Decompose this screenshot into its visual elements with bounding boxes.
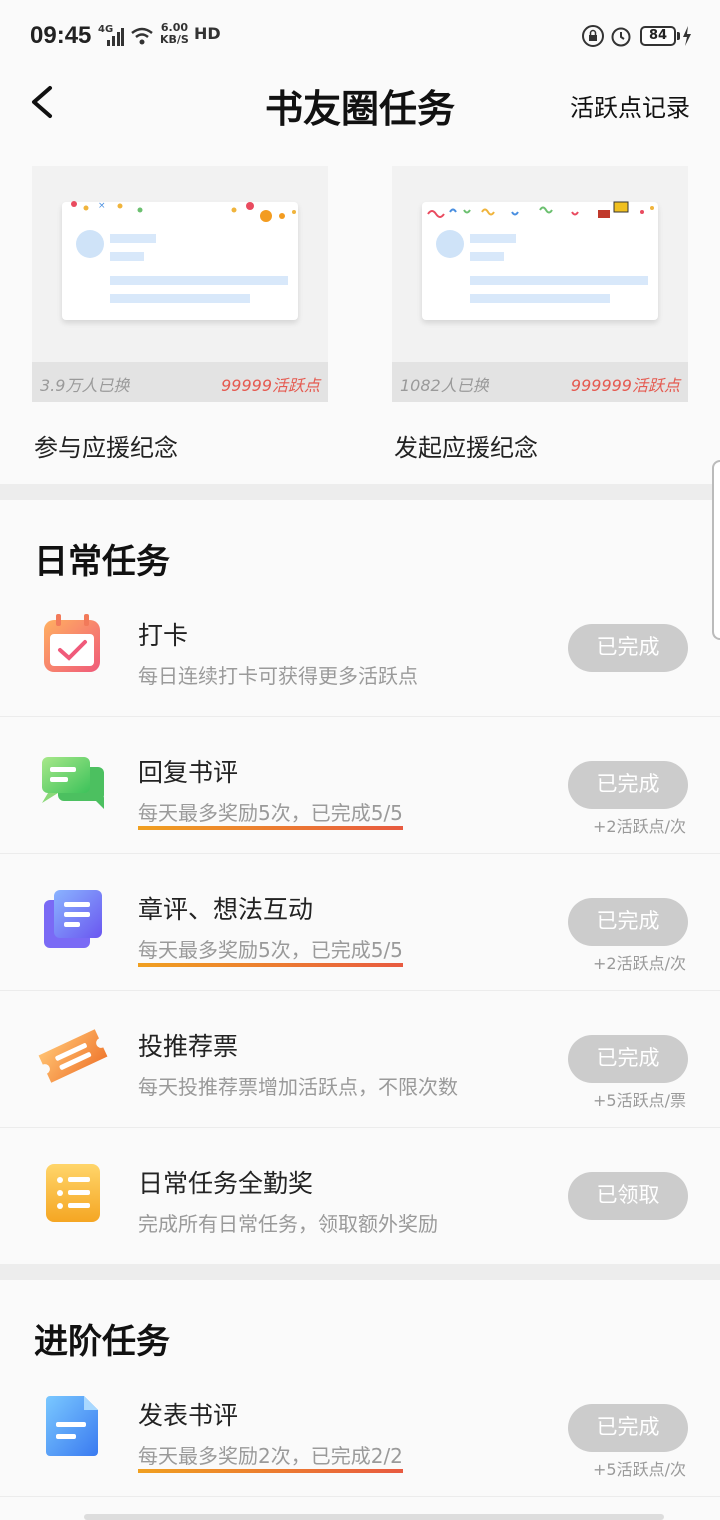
side-scroll-handle[interactable] (712, 460, 720, 640)
confetti-decoration: × (71, 201, 296, 222)
task-done-button[interactable]: 已完成 (568, 761, 688, 809)
task-done-button[interactable]: 已完成 (568, 898, 688, 946)
card-label-initiate[interactable]: 发起应援纪念 (394, 428, 538, 463)
wifi-icon (131, 27, 153, 45)
exchange-count: 1082人已换 (400, 376, 489, 395)
card-footer: 1082人已换 999999活跃点 (392, 362, 688, 402)
hd-indicator: HD (194, 24, 221, 43)
avatar (76, 230, 104, 258)
network-speed: 6.00 KB/S (160, 21, 189, 46)
card-footer: 3.9万人已换 99999活跃点 (32, 362, 328, 402)
points-cost: 999999活跃点 (570, 376, 680, 395)
header: 书友圈任务 活跃点记录 (0, 72, 720, 142)
task-desc: 每日连续打卡可获得更多活跃点 (138, 664, 418, 688)
battery-tip (677, 32, 680, 40)
task-name: 投推荐票 (138, 1032, 239, 1061)
advanced-tasks-title: 进阶任务 (34, 1322, 170, 1362)
list-icon (46, 1164, 100, 1222)
points-cost: 99999活跃点 (221, 376, 320, 395)
ticket-icon (38, 1029, 108, 1083)
task-post-review: 发表书评 每天最多奖励2次，已完成2/2 已完成 +5活跃点/次 (0, 1360, 720, 1497)
alarm-icon (611, 27, 631, 47)
advanced-tasks-section: 进阶任务 发表书评 每天最多奖励2次，已完成2/2 已完成 +5活跃点/次 (0, 1280, 720, 1520)
charging-icon (683, 26, 691, 46)
svg-text:×: × (98, 201, 106, 211)
task-checkin: 打卡 每日连续打卡可获得更多活跃点 已完成 (0, 580, 720, 717)
avatar (436, 230, 464, 258)
activity-record-link[interactable]: 活跃点记录 (570, 88, 690, 123)
task-daily-attendance: 日常任务全勤奖 完成所有日常任务，领取额外奖励 已领取 (0, 1128, 720, 1265)
task-recommend-vote: 投推荐票 每天投推荐票增加活跃点，不限次数 已完成 +5活跃点/票 (0, 991, 720, 1128)
daily-tasks-title: 日常任务 (34, 542, 170, 582)
task-desc: 每天投推荐票增加活跃点，不限次数 (138, 1075, 458, 1099)
task-claimed-button[interactable]: 已领取 (568, 1172, 688, 1220)
lock-icon (582, 25, 604, 47)
task-reward: +5活跃点/次 (593, 1460, 686, 1479)
section-divider (0, 1264, 720, 1280)
task-chapter-interaction: 章评、想法互动 每天最多奖励5次，已完成5/5 已完成 +2活跃点/次 (0, 854, 720, 991)
status-time: 09:45 (30, 22, 92, 49)
document-icon (46, 1396, 98, 1456)
task-name: 回复书评 (138, 758, 239, 787)
task-desc: 每天最多奖励5次，已完成5/5 (138, 934, 403, 967)
task-name: 打卡 (138, 621, 189, 650)
task-reply-review: 回复书评 每天最多奖励5次，已完成5/5 已完成 +2活跃点/次 (0, 717, 720, 854)
chat-icon (42, 757, 104, 809)
card-label-join[interactable]: 参与应援纪念 (34, 428, 178, 463)
support-card-join[interactable]: × 3.9万人已换 99999活跃点 (32, 166, 328, 402)
task-done-button[interactable]: 已完成 (568, 1035, 688, 1083)
confetti-decoration (427, 201, 654, 218)
task-reward: +2活跃点/次 (593, 817, 686, 836)
status-bar: 09:45 4G 6.00 KB/S HD 84 (0, 0, 720, 72)
task-name: 日常任务全勤奖 (138, 1169, 314, 1198)
daily-tasks-section: 日常任务 打卡 每日连续打卡可获得更多活跃点 已完成 回复书评 每天最多奖励5次… (0, 500, 720, 1264)
task-done-button[interactable]: 已完成 (568, 1404, 688, 1452)
task-reward: +5活跃点/票 (593, 1091, 686, 1110)
section-divider (0, 484, 720, 500)
calendar-icon (44, 614, 100, 672)
exchange-count: 3.9万人已换 (40, 376, 130, 395)
support-card-initiate[interactable]: 1082人已换 999999活跃点 (392, 166, 688, 402)
bottom-edge-bar (84, 1514, 664, 1520)
task-name: 发表书评 (138, 1401, 239, 1430)
task-reward: +2活跃点/次 (593, 954, 686, 973)
task-desc: 每天最多奖励2次，已完成2/2 (138, 1440, 403, 1473)
notes-icon (44, 890, 102, 948)
support-cards-section: × 3.9万人已换 99999活跃点 参与应援纪念 1082人已换 999999… (0, 142, 720, 484)
task-desc: 完成所有日常任务，领取额外奖励 (138, 1212, 438, 1236)
signal-icon (107, 28, 124, 46)
battery-indicator: 84 (640, 26, 676, 46)
task-name: 章评、想法互动 (138, 895, 314, 924)
task-desc: 每天最多奖励5次，已完成5/5 (138, 797, 403, 830)
task-done-button[interactable]: 已完成 (568, 624, 688, 672)
